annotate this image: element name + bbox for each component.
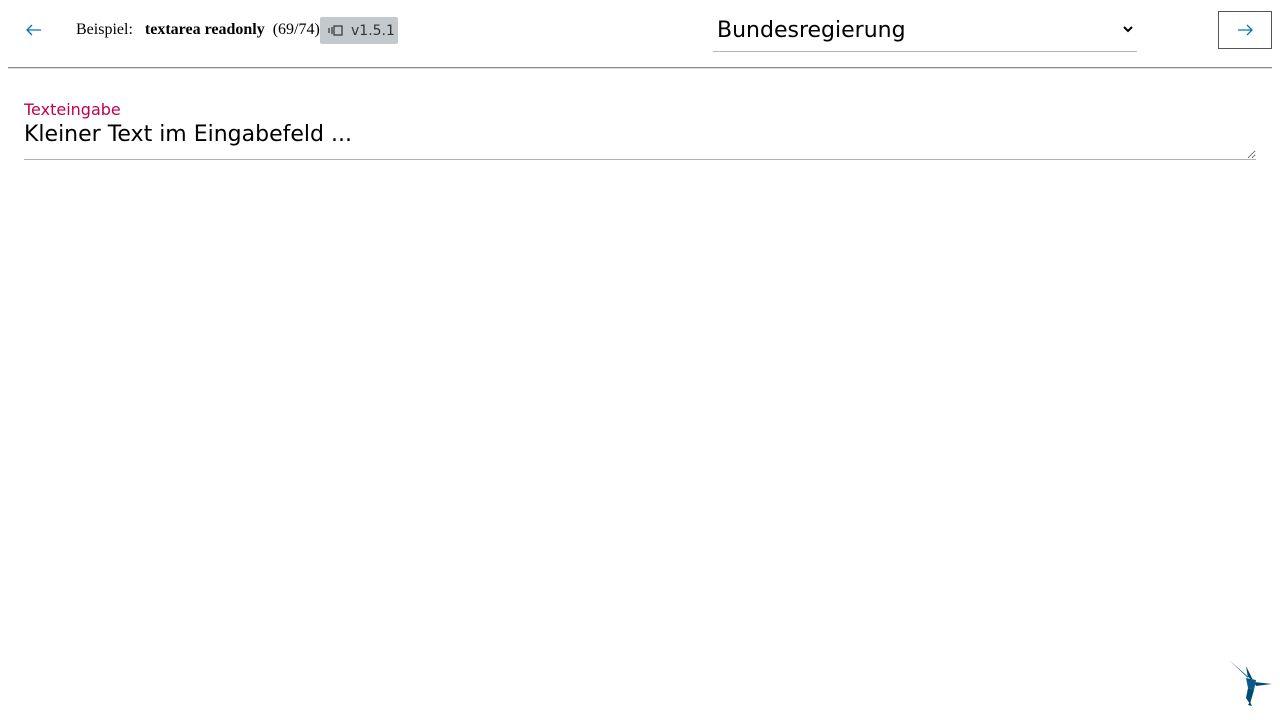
header-divider: [8, 67, 1272, 69]
arrow-right-icon: [1238, 24, 1253, 36]
textarea-field: Texteingabe Kleiner Text im Eingabefeld …: [24, 99, 1256, 160]
readonly-textarea[interactable]: Kleiner Text im Eingabefeld ...: [24, 121, 1256, 160]
arrow-left-icon: [26, 24, 41, 36]
version-badge[interactable]: v1.5.1: [320, 17, 398, 44]
example-name: textarea readonly: [144, 21, 265, 38]
version-label: v1.5.1: [351, 22, 395, 39]
example-count: (69/74): [272, 21, 320, 38]
copy-icon: [328, 25, 343, 36]
example-label: Beispiel:: [76, 21, 133, 38]
theme-select-wrapper: Bundesregierung: [713, 10, 1137, 52]
top-toolbar: Beispiel: textarea readonly (69/74) v1.5…: [0, 0, 1280, 60]
theme-select[interactable]: Bundesregierung: [713, 10, 1137, 50]
next-example-button[interactable]: [1218, 11, 1272, 49]
example-info: Beispiel: textarea readonly (69/74): [76, 20, 320, 40]
hummingbird-logo: [1229, 660, 1272, 706]
previous-example-button[interactable]: [18, 14, 50, 46]
textarea-label: Texteingabe: [24, 100, 121, 119]
